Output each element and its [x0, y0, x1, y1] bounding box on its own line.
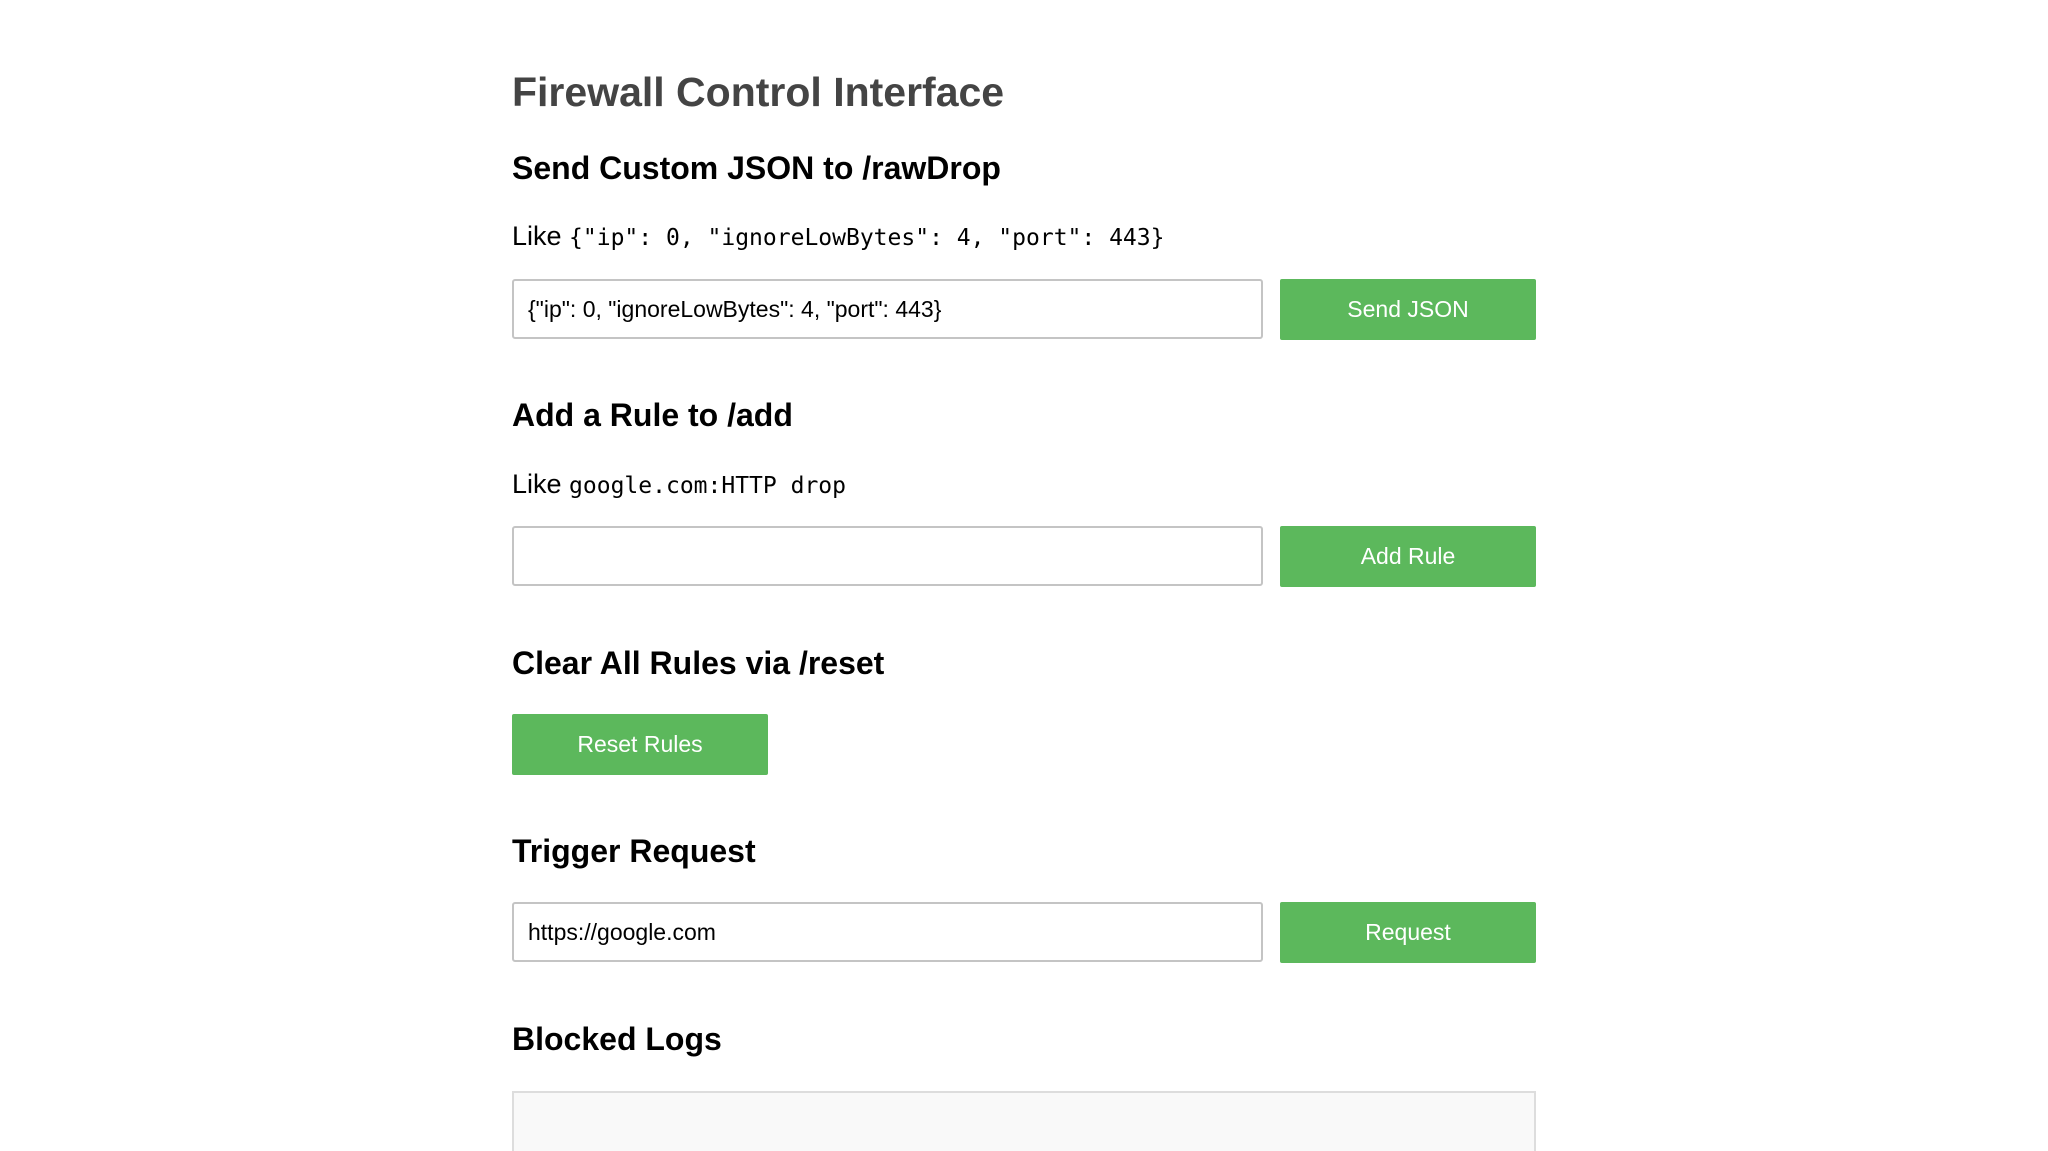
raw-drop-heading: Send Custom JSON to /rawDrop	[512, 150, 1001, 186]
reset-heading: Clear All Rules via /reset	[512, 645, 885, 681]
page-title: Firewall Control Interface	[512, 69, 1005, 115]
add-rule-input[interactable]	[512, 526, 1263, 586]
blocked-logs-heading: Blocked Logs	[512, 1021, 722, 1057]
raw-drop-hint-prefix: Like	[512, 221, 562, 251]
raw-drop-hint: Like {"ip": 0, "ignoreLowBytes": 4, "por…	[512, 216, 1164, 258]
request-button[interactable]: Request	[1280, 902, 1536, 963]
blocked-logs-panel[interactable]	[512, 1091, 1536, 1151]
trigger-request-heading: Trigger Request	[512, 833, 756, 869]
add-rule-hint-code: google.com:HTTP drop	[569, 473, 846, 499]
add-rule-button[interactable]: Add Rule	[1280, 526, 1536, 587]
raw-drop-hint-code: {"ip": 0, "ignoreLowBytes": 4, "port": 4…	[569, 225, 1165, 251]
add-rule-hint: Like google.com:HTTP drop	[512, 464, 846, 506]
add-rule-hint-prefix: Like	[512, 469, 562, 499]
reset-rules-button[interactable]: Reset Rules	[512, 714, 768, 775]
request-url-input[interactable]	[512, 902, 1263, 962]
add-rule-heading: Add a Rule to /add	[512, 397, 793, 433]
raw-drop-json-input[interactable]	[512, 279, 1263, 339]
send-json-button[interactable]: Send JSON	[1280, 279, 1536, 340]
